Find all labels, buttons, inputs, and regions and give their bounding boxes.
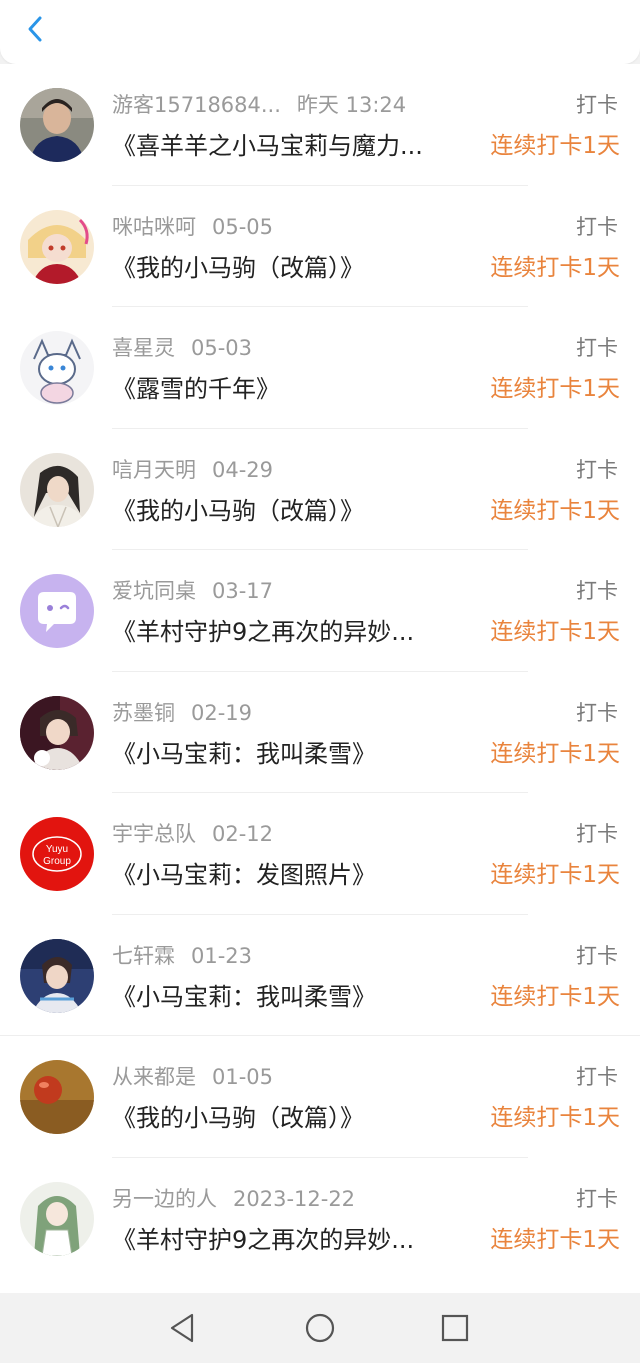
checkin-label: 打卡: [576, 579, 618, 603]
checkin-label: 打卡: [576, 214, 618, 239]
user-name[interactable]: 苏墨铜: [112, 698, 175, 728]
streak-text: 连续打卡1天: [490, 619, 620, 645]
checkin-list: 游客15718684... 昨天 13:24 打卡 《喜羊羊之小马宝莉与魔力...…: [0, 64, 640, 1293]
nav-recents-button[interactable]: [438, 1311, 472, 1345]
list-item[interactable]: Yuyu Group 宇宇总队 02-12 打卡 《小马宝莉：发图照片》 连续打卡…: [0, 793, 640, 915]
nav-back-button[interactable]: [166, 1311, 200, 1345]
list-item[interactable]: 咪咕咪呵 05-05 打卡 《我的小马驹（改篇）》 连续打卡1天: [0, 186, 640, 307]
list-item[interactable]: 游客15718684... 昨天 13:24 打卡 《喜羊羊之小马宝莉与魔力...…: [0, 64, 640, 186]
streak-text: 连续打卡1天: [490, 1105, 620, 1131]
brown-ball-avatar[interactable]: [20, 1060, 94, 1134]
list-item[interactable]: 喜星灵 05-03 打卡 《露雪的千年》 连续打卡1天: [0, 307, 640, 429]
item-date: 02-12: [212, 822, 274, 846]
streak-text: 连续打卡1天: [490, 133, 620, 159]
checkin-label: 打卡: [576, 336, 618, 360]
user-name[interactable]: 咪咕咪呵: [112, 212, 196, 242]
yuyu-group-logo-avatar[interactable]: Yuyu Group: [20, 817, 94, 891]
book-title[interactable]: 《小马宝莉：发图照片》: [112, 857, 467, 893]
anime-blue-avatar[interactable]: [20, 938, 94, 1013]
chat-bubble-avatar[interactable]: [20, 574, 94, 648]
user-name[interactable]: 喜星灵: [112, 333, 175, 363]
circle-home-icon: [305, 1313, 335, 1343]
item-meta: 另一边的人 2023-12-22: [112, 1184, 355, 1214]
user-name[interactable]: 唁月天明: [112, 455, 196, 485]
list-item[interactable]: 苏墨铜 02-19 打卡 《小马宝莉：我叫柔雪》 连续打卡1天: [0, 672, 640, 793]
list-item[interactable]: 爱坑同桌 03-17 打卡 《羊村守护9之再次的异妙... 连续打卡1天: [0, 550, 640, 672]
green-hair-avatar[interactable]: [20, 1181, 94, 1256]
book-title[interactable]: 《羊村守护9之再次的异妙...: [112, 614, 467, 650]
checkin-label: 打卡: [576, 1065, 618, 1089]
item-date: 昨天 13:24: [296, 93, 407, 117]
item-meta: 游客15718684... 昨天 13:24: [112, 90, 406, 120]
streak-text: 连续打卡1天: [490, 740, 620, 767]
list-item[interactable]: 从来都是 01-05 打卡 《我的小马驹（改篇）》 连续打卡1天: [0, 1036, 640, 1158]
item-meta: 爱坑同桌 03-17: [112, 576, 273, 606]
checkin-label: 打卡: [576, 700, 618, 725]
list-item[interactable]: 另一边的人 2023-12-22 打卡 《羊村守护9之再次的异妙... 连续打卡1…: [0, 1158, 640, 1280]
item-meta: 宇宇总队 02-12: [112, 819, 273, 849]
portrait-boy-avatar[interactable]: [20, 88, 94, 162]
book-title[interactable]: 《我的小马驹（改篇）》: [112, 1100, 467, 1136]
top-bar: [0, 0, 640, 64]
item-meta: 咪咕咪呵 05-05: [112, 212, 273, 242]
item-meta: 唁月天明 04-29: [112, 455, 273, 485]
item-date: 04-29: [212, 457, 274, 482]
user-name[interactable]: 从来都是: [112, 1062, 196, 1092]
user-name[interactable]: 游客15718684...: [112, 90, 281, 120]
streak-text: 连续打卡1天: [490, 254, 620, 281]
list-item[interactable]: 七轩霖 01-23 打卡 《小马宝莉：我叫柔雪》 连续打卡1天: [0, 915, 640, 1036]
nav-home-button[interactable]: [303, 1311, 337, 1345]
item-date: 02-19: [191, 700, 253, 725]
book-title[interactable]: 《露雪的千年》: [112, 371, 467, 407]
streak-text: 连续打卡1天: [490, 376, 620, 402]
back-button[interactable]: [18, 10, 58, 50]
item-meta: 苏墨铜 02-19: [112, 698, 252, 728]
book-title[interactable]: 《小马宝莉：我叫柔雪》: [112, 979, 467, 1015]
checkin-label: 打卡: [576, 943, 618, 968]
book-title[interactable]: 《我的小马驹（改篇）》: [112, 493, 467, 529]
checkin-label: 打卡: [576, 457, 618, 482]
user-name[interactable]: 爱坑同桌: [112, 576, 196, 606]
streak-text: 连续打卡1天: [490, 862, 620, 888]
item-meta: 七轩霖 01-23: [112, 941, 252, 971]
list-item[interactable]: 唁月天明 04-29 打卡 《我的小马驹（改篇）》 连续打卡1天: [0, 429, 640, 550]
item-date: 2023-12-22: [233, 1186, 356, 1211]
anime-girl-avatar[interactable]: [20, 209, 94, 284]
logo-text-line2: Group: [43, 856, 71, 867]
item-date: 01-05: [212, 1065, 274, 1089]
item-date: 05-05: [212, 214, 274, 239]
streak-text: 连续打卡1天: [490, 983, 620, 1010]
logo-text-line1: Yuyu: [46, 844, 68, 855]
user-name[interactable]: 宇宇总队: [112, 819, 196, 849]
user-name[interactable]: 七轩霖: [112, 941, 175, 971]
streak-text: 连续打卡1天: [490, 497, 620, 524]
anime-boy-avatar[interactable]: [20, 695, 94, 770]
streak-text: 连续打卡1天: [490, 1226, 620, 1253]
checkin-label: 打卡: [576, 1186, 618, 1211]
book-title[interactable]: 《小马宝莉：我叫柔雪》: [112, 736, 467, 772]
item-date: 03-17: [212, 579, 274, 603]
book-title[interactable]: 《羊村守护9之再次的异妙...: [112, 1222, 467, 1258]
checkin-label: 打卡: [576, 93, 618, 117]
chevron-left-icon: [28, 16, 42, 42]
system-nav-bar: [0, 1293, 640, 1363]
item-date: 01-23: [191, 943, 253, 968]
book-title[interactable]: 《喜羊羊之小马宝莉与魔力...: [112, 128, 467, 164]
triangle-back-icon: [170, 1313, 194, 1343]
item-meta: 从来都是 01-05: [112, 1062, 273, 1092]
square-recents-icon: [441, 1314, 469, 1342]
user-name[interactable]: 另一边的人: [112, 1184, 217, 1214]
item-date: 05-03: [191, 336, 253, 360]
ancient-style-avatar[interactable]: [20, 452, 94, 527]
book-title[interactable]: 《我的小马驹（改篇）》: [112, 250, 467, 286]
sketch-character-avatar[interactable]: [20, 331, 94, 405]
checkin-label: 打卡: [576, 822, 618, 846]
item-meta: 喜星灵 05-03: [112, 333, 252, 363]
